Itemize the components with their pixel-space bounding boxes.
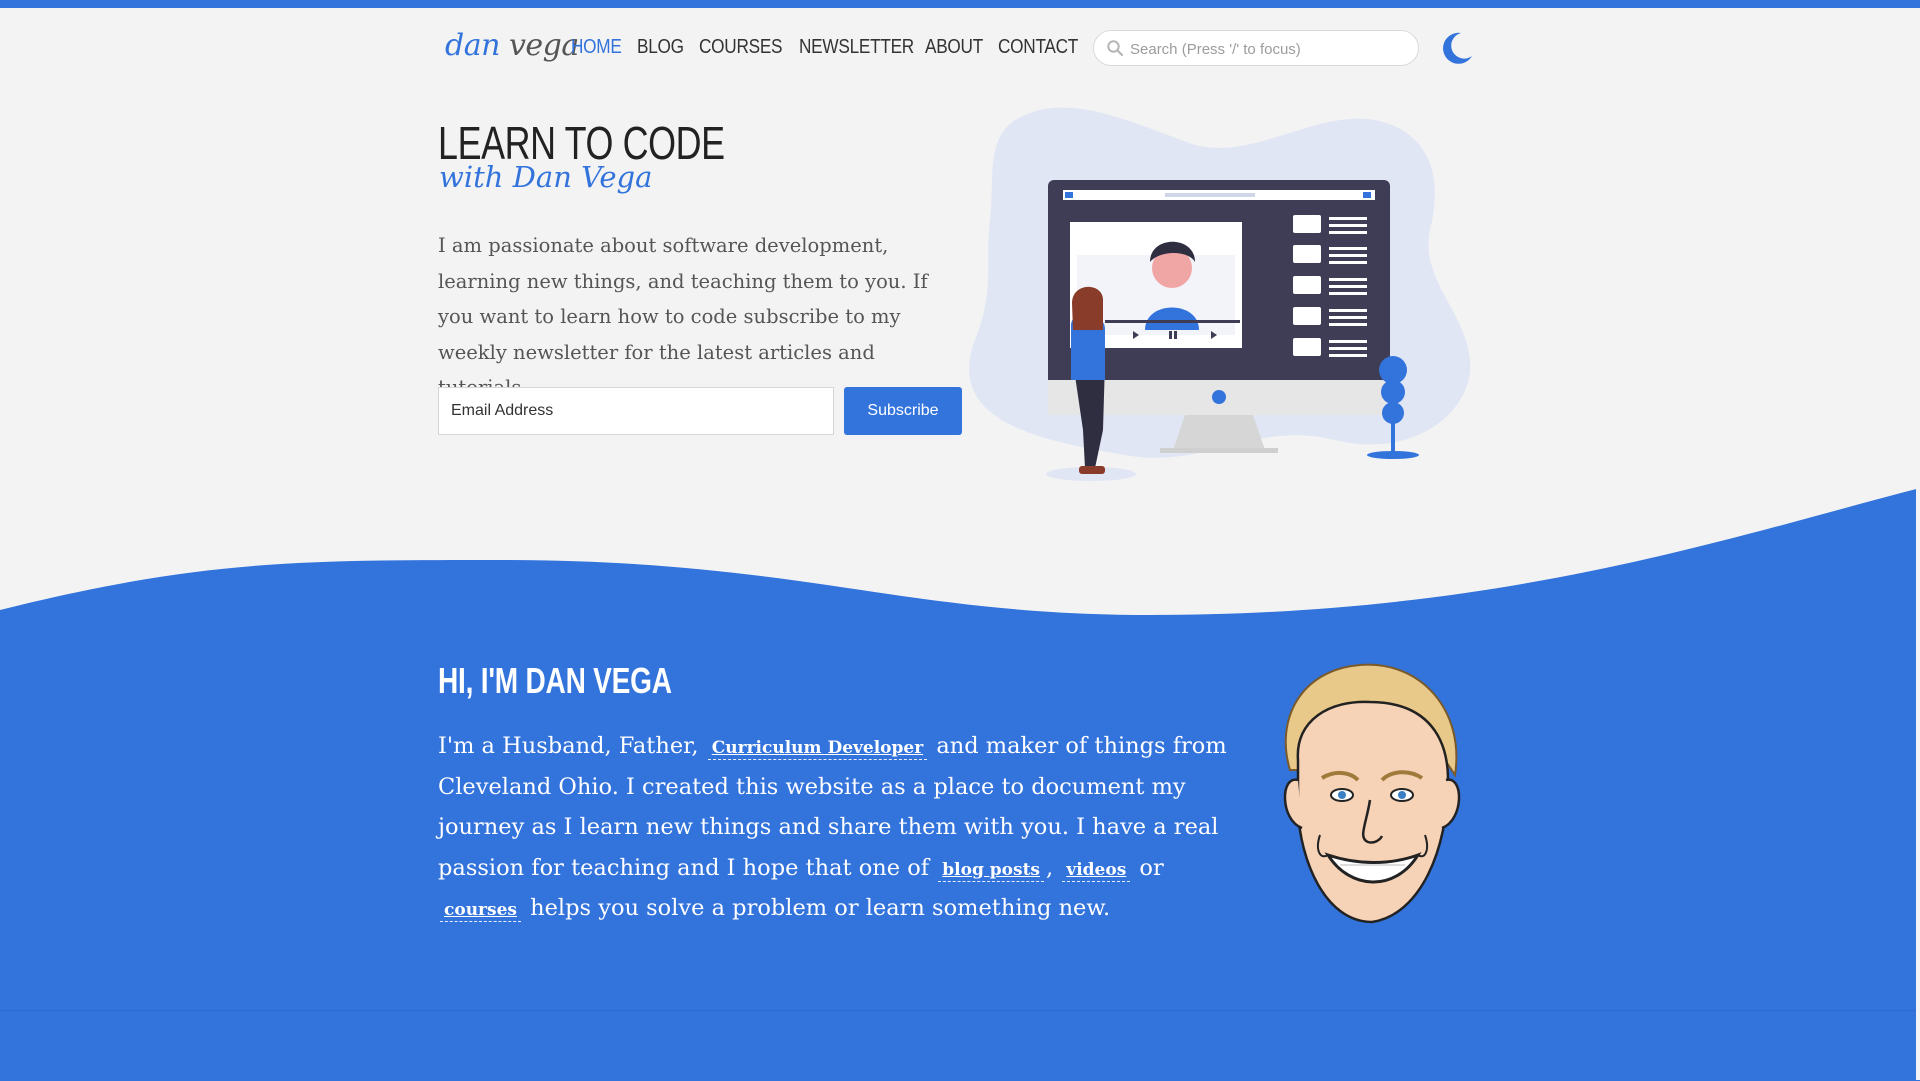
blog-posts-link[interactable]: blog posts: [938, 859, 1044, 882]
footer-band: [0, 1010, 1920, 1081]
nav-blog[interactable]: BLOG: [637, 36, 684, 59]
videos-link[interactable]: videos: [1062, 859, 1131, 882]
window-edge: [1916, 8, 1920, 1080]
site-logo[interactable]: dan vega: [445, 28, 579, 63]
nav-about[interactable]: ABOUT: [925, 36, 983, 59]
top-accent-bar: [0, 0, 1920, 8]
avatar-caricature: [1283, 663, 1461, 924]
hero-description: I am passionate about software developme…: [438, 234, 928, 399]
hero-illustration: [969, 107, 1471, 481]
nav-home[interactable]: HOME: [571, 36, 622, 59]
nav-newsletter[interactable]: NEWSLETTER: [799, 36, 914, 59]
nav-contact[interactable]: CONTACT: [998, 36, 1078, 59]
search-box[interactable]: [1093, 30, 1419, 66]
hero-subtitle: with Dan Vega: [439, 160, 653, 194]
nav-courses[interactable]: COURSES: [699, 36, 783, 59]
curriculum-developer-link[interactable]: Curriculum Developer: [707, 737, 928, 760]
logo-first: dan: [445, 28, 500, 63]
email-input[interactable]: [438, 387, 834, 435]
logo-last: vega: [508, 28, 579, 63]
moon-icon[interactable]: [1440, 31, 1474, 65]
search-icon: [1107, 40, 1124, 57]
about-text: I'm a Husband, Father, Curriculum Develo…: [438, 726, 1238, 929]
about-or: or: [1139, 854, 1164, 881]
about-text-part3: helps you solve a problem or learn somet…: [530, 895, 1111, 921]
main-nav: HOME BLOG COURSES NEWSLETTER ABOUT CONTA…: [571, 36, 1088, 59]
subscribe-button[interactable]: Subscribe: [844, 387, 962, 435]
search-input[interactable]: [1128, 38, 1412, 60]
about-text-part1: I'm a Husband, Father,: [438, 733, 699, 759]
courses-link[interactable]: courses: [440, 899, 521, 922]
about-title: HI, I'M DAN VEGA: [438, 660, 672, 701]
about-comma: ,: [1046, 854, 1054, 881]
